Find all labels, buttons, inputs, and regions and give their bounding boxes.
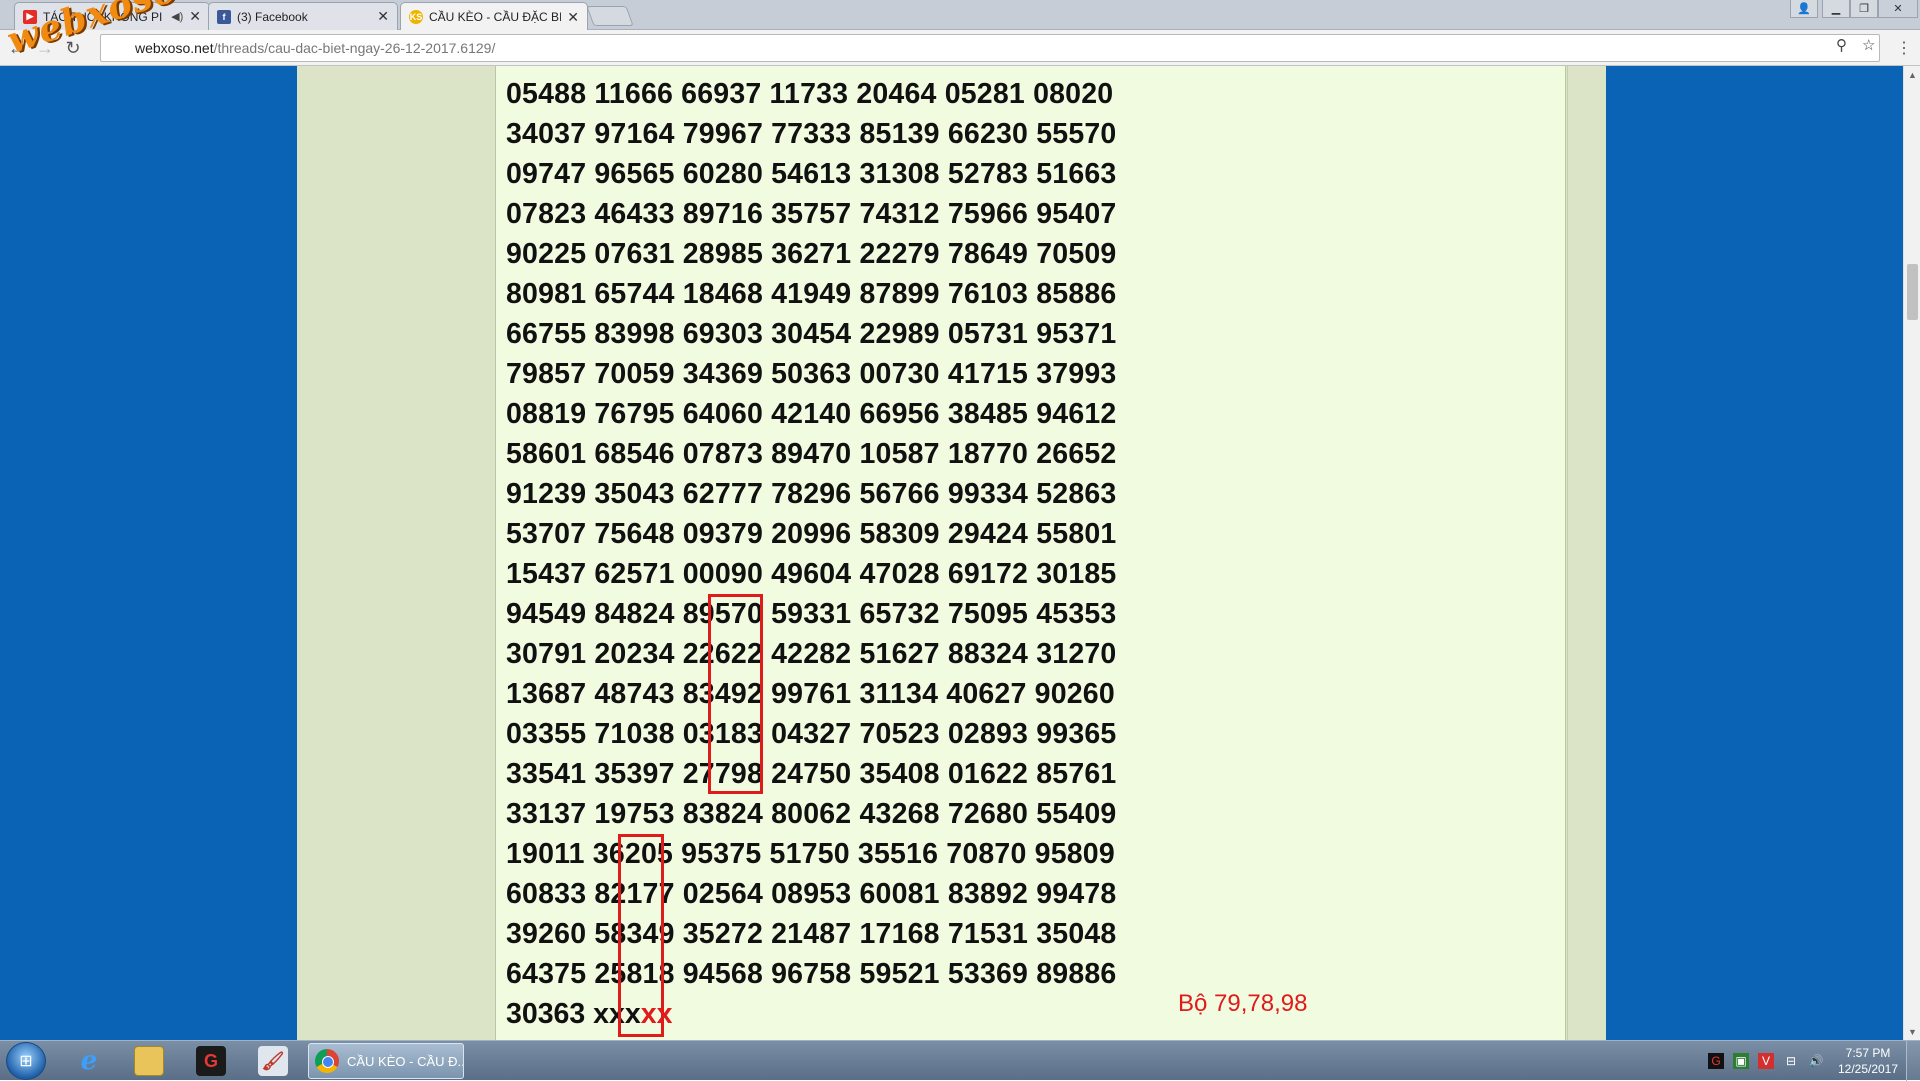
- clock-time: 7:57 PM: [1845, 1046, 1891, 1060]
- number-row: 60833 82177 02564 08953 60081 83892 9947…: [506, 878, 1117, 910]
- tab-active-cau-keo[interactable]: KS CẦU KÈO - CẦU ĐẶC BIỆ ✕: [400, 2, 588, 31]
- tab-title: (3) Facebook: [237, 9, 308, 24]
- post-sidebar-strip: [1567, 66, 1606, 1040]
- site-favicon-icon: KS: [409, 10, 423, 24]
- menu-icon[interactable]: ⋮: [1896, 38, 1912, 58]
- windows-taskbar: ⊞ e G 🖌 CẦU KÈO - CẦU Đ... G ▣ V ⊟ 🔊 7:5…: [0, 1040, 1920, 1081]
- prediction-note: Bộ 79,78,98: [1178, 990, 1308, 1017]
- scroll-up-arrow-icon[interactable]: ▲: [1904, 66, 1920, 83]
- facebook-icon: f: [217, 9, 231, 24]
- highlight-box-pair: [618, 834, 664, 1037]
- browser-tab-strip: ▶ TÁO THỔ "KHÔNG PI ◀) ✕ f (3) Facebook …: [0, 0, 1920, 31]
- number-row: 91239 35043 62777 78296 56766 99334 5286…: [506, 478, 1117, 510]
- number-row: 03355 71038 03183 04327 70523 02893 9936…: [506, 718, 1117, 750]
- folder-icon: [134, 1046, 164, 1076]
- number-row: 07823 46433 89716 35757 74312 75966 9540…: [506, 198, 1117, 230]
- address-path: /threads/cau-dac-biet-ngay-26-12-2017.61…: [213, 40, 496, 56]
- show-desktop-button[interactable]: [1906, 1041, 1920, 1081]
- taskbar-paint[interactable]: 🖌: [246, 1043, 300, 1079]
- system-clock[interactable]: 7:57 PM 12/25/2017: [1832, 1045, 1904, 1077]
- garena-tray-icon[interactable]: G: [1708, 1053, 1724, 1069]
- taskbar-internet-explorer[interactable]: e: [62, 1043, 116, 1079]
- taskbar-chrome-window[interactable]: CẦU KÈO - CẦU Đ...: [308, 1043, 464, 1079]
- number-row: 08819 76795 64060 42140 66956 38485 9461…: [506, 398, 1117, 430]
- tab-title: CẦU KÈO - CẦU ĐẶC BIỆ: [429, 10, 562, 24]
- page-viewport: 05488 11666 66937 11733 20464 05281 0802…: [0, 66, 1903, 1040]
- number-row: 09747 96565 60280 54613 31308 52783 5166…: [506, 158, 1117, 190]
- number-row: 19011 36205 95375 51750 35516 70870 9580…: [506, 838, 1115, 870]
- nvidia-icon[interactable]: ▣: [1733, 1053, 1749, 1069]
- address-bar[interactable]: webxoso.net/threads/cau-dac-biet-ngay-26…: [100, 34, 1880, 62]
- close-icon[interactable]: ✕: [567, 9, 579, 26]
- number-row: 79857 70059 34369 50363 00730 41715 3799…: [506, 358, 1117, 390]
- number-row: 15437 62571 00090 49604 47028 69172 3018…: [506, 558, 1117, 590]
- audio-icon: ◀): [171, 11, 184, 23]
- tab-facebook[interactable]: f (3) Facebook ✕: [208, 2, 398, 30]
- close-icon[interactable]: ✕: [189, 8, 201, 25]
- number-row: 13687 48743 83492 99761 31134 40627 9026…: [506, 678, 1115, 710]
- number-row: 53707 75648 09379 20996 58309 29424 5580…: [506, 518, 1117, 550]
- new-tab-button[interactable]: [586, 6, 634, 26]
- volume-icon[interactable]: 🔊: [1808, 1053, 1824, 1069]
- profile-icon[interactable]: 👤: [1790, 0, 1818, 18]
- paint-icon: 🖌: [258, 1046, 288, 1076]
- number-row: 30791 20234 22622 42282 51627 88324 3127…: [506, 638, 1117, 670]
- antivirus-icon[interactable]: V: [1758, 1053, 1774, 1069]
- number-row: 39260 58349 35272 21487 17168 71531 3504…: [506, 918, 1117, 950]
- network-icon[interactable]: ⊟: [1783, 1053, 1799, 1069]
- address-host: webxoso.net: [135, 40, 214, 56]
- taskbar-garena[interactable]: G: [184, 1043, 238, 1079]
- scroll-down-arrow-icon[interactable]: ▼: [1904, 1023, 1920, 1040]
- page-column: 05488 11666 66937 11733 20464 05281 0802…: [297, 66, 1606, 1040]
- restore-button[interactable]: ❐: [1850, 0, 1878, 18]
- post-content: 05488 11666 66937 11733 20464 05281 0802…: [495, 66, 1566, 1040]
- scroll-thumb[interactable]: [1907, 264, 1918, 320]
- start-button[interactable]: ⊞: [6, 1042, 46, 1080]
- number-row: 66755 83998 69303 30454 22989 05731 9537…: [506, 318, 1117, 350]
- number-row: 64375 25818 94568 96758 59521 53369 8988…: [506, 958, 1117, 990]
- garena-icon: G: [196, 1046, 226, 1076]
- number-row: 34037 97164 79967 77333 85139 66230 5557…: [506, 118, 1117, 150]
- number-row-last: 30363 xxxxx: [506, 994, 1116, 1034]
- clock-date: 12/25/2017: [1837, 1062, 1899, 1076]
- browser-toolbar: ← → ↻ webxoso.net/threads/cau-dac-biet-n…: [0, 30, 1920, 66]
- minimize-button[interactable]: ▁: [1822, 0, 1850, 18]
- number-row: 58601 68546 07873 89470 10587 18770 2665…: [506, 438, 1117, 470]
- bookmark-star-icon[interactable]: ☆: [1862, 36, 1875, 54]
- close-window-button[interactable]: ✕: [1878, 0, 1918, 18]
- system-tray: G ▣ V ⊟ 🔊: [1708, 1041, 1824, 1081]
- number-row: 94549 84824 89570 59331 65732 75095 4535…: [506, 598, 1117, 630]
- chrome-icon: [315, 1049, 339, 1073]
- close-icon[interactable]: ✕: [377, 8, 389, 25]
- number-rows: 05488 11666 66937 11733 20464 05281 0802…: [506, 74, 1116, 1034]
- highlight-box-column: [708, 594, 763, 794]
- number-row: 80981 65744 18468 41949 87899 76103 8588…: [506, 278, 1117, 310]
- taskbar-file-explorer[interactable]: [122, 1043, 176, 1079]
- number-row: 05488 11666 66937 11733 20464 05281 0802…: [506, 78, 1114, 110]
- internet-explorer-icon: e: [80, 1046, 98, 1076]
- number-row: 33137 19753 83824 80062 43268 72680 5540…: [506, 798, 1117, 830]
- number-row: 33541 35397 27798 24750 35408 01622 8576…: [506, 758, 1117, 790]
- taskbar-chrome-label: CẦU KÈO - CẦU Đ...: [347, 1053, 464, 1069]
- vertical-scrollbar[interactable]: ▲ ▼: [1903, 66, 1920, 1040]
- zoom-icon[interactable]: ⚲: [1836, 36, 1847, 54]
- number-row: 90225 07631 28985 36271 22279 78649 7050…: [506, 238, 1117, 270]
